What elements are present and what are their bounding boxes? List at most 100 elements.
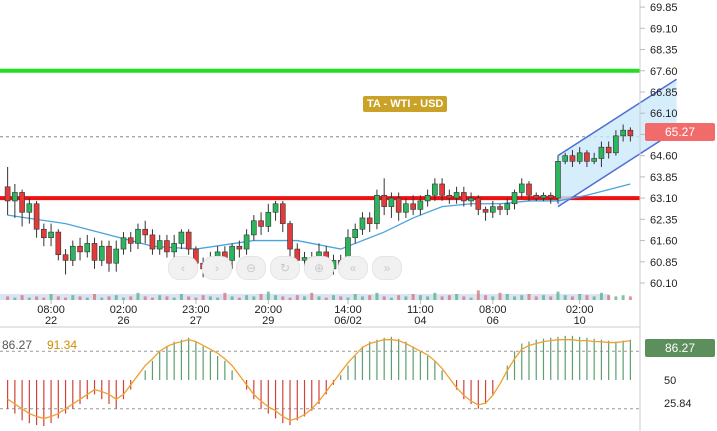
candle-body [453, 192, 460, 199]
volume-bar [375, 292, 379, 300]
volume-bar [563, 295, 567, 300]
volume-bar [418, 295, 422, 300]
candle-body [576, 152, 583, 162]
candle-body [41, 228, 47, 239]
volume-bar [64, 297, 68, 300]
candle-body [33, 203, 40, 230]
volume-bar [172, 297, 176, 300]
candle-body [547, 194, 554, 199]
y-tick-label: 66.85 [650, 87, 678, 99]
candle-body [620, 129, 626, 137]
candle-body [265, 211, 272, 227]
volume-bar [252, 296, 256, 300]
volume-bar [295, 295, 299, 300]
moving-average [7, 183, 631, 250]
candle-body [120, 237, 127, 250]
volume-bar [447, 295, 451, 300]
candle-body [135, 228, 141, 244]
candle-body [178, 231, 185, 244]
volume-bar [187, 296, 191, 300]
candle-body [613, 135, 619, 154]
volume-bar [27, 297, 31, 300]
y-tick-label: 64.60 [650, 151, 678, 163]
candle-body [127, 237, 134, 244]
volume-bar [621, 295, 625, 300]
volume-bar [520, 295, 524, 300]
y-tick-label: 61.60 [650, 236, 678, 248]
chevron-left-icon[interactable]: ‹ [168, 256, 198, 280]
candle-body [395, 197, 402, 213]
volume-bar [56, 296, 60, 300]
volume-bar [317, 296, 321, 300]
candle-body [526, 183, 532, 196]
volume-bar [288, 297, 292, 300]
candle-body [446, 194, 453, 199]
volume-bar [71, 295, 75, 300]
volume-bar [360, 296, 364, 300]
candle-body [84, 243, 91, 253]
volume-bar [411, 294, 415, 300]
candle-body [26, 203, 33, 213]
volume-bar [114, 295, 118, 300]
chart-navigation: ‹ › ⊖ ↻ ⊕ « » [168, 256, 402, 280]
volume-bar [491, 296, 495, 300]
candle-body [482, 209, 489, 213]
candle-body [236, 245, 243, 250]
scroll-forward-icon[interactable]: » [372, 256, 402, 280]
candle-body [62, 254, 69, 261]
candle-body [19, 192, 25, 213]
volume-bar [93, 294, 97, 300]
volume-bar [129, 296, 133, 300]
chart-canvas[interactable]: 69.8569.1068.3567.6066.8566.1065.3564.60… [0, 0, 717, 431]
candle-body [403, 203, 409, 213]
volume-bar [143, 296, 147, 300]
candle-body [164, 240, 170, 253]
candle-body [497, 206, 503, 210]
ma-line [7, 183, 631, 250]
candle-body [156, 240, 163, 250]
volume-bar [78, 296, 82, 300]
x-tick-date: 10 [574, 315, 586, 327]
candle-body [258, 220, 264, 227]
y-tick-label: 66.10 [650, 108, 678, 120]
volume-bar [339, 296, 343, 300]
chevron-right-icon[interactable]: › [202, 256, 232, 280]
volume-bar [607, 295, 611, 300]
candle-body [598, 146, 605, 159]
x-tick-date: 06 [487, 315, 499, 327]
volume-bar [455, 294, 459, 300]
zoom-in-icon[interactable]: ⊕ [304, 256, 334, 280]
candle-body [98, 245, 105, 261]
candle-body [461, 192, 467, 202]
candle-body [533, 194, 540, 199]
scroll-back-icon[interactable]: « [338, 256, 368, 280]
x-tick-date: 06/02 [334, 315, 362, 327]
candle-body [475, 197, 482, 210]
candle-body [4, 186, 11, 202]
volume-bar [281, 296, 285, 300]
volume-bar [216, 297, 220, 300]
volume-bar [628, 296, 632, 300]
candle-body [562, 155, 569, 162]
candle-body [279, 203, 286, 224]
x-tick-date: 27 [190, 315, 202, 327]
volume-bar [404, 296, 408, 300]
candle-body [243, 234, 250, 250]
volume-bar [259, 294, 263, 300]
volume-bar [426, 296, 430, 300]
zoom-reset-icon[interactable]: ↻ [270, 256, 300, 280]
y-tick-label: 69.10 [650, 23, 678, 35]
volume-bar [389, 297, 393, 300]
price-levels [0, 68, 640, 201]
volume-bar [592, 296, 596, 300]
volume-bar [158, 295, 162, 300]
oscillator-value-2: 91.34 [47, 338, 78, 352]
candle-body [55, 231, 62, 256]
candle-body [489, 206, 496, 213]
volume-bar [42, 297, 46, 300]
volume-bar [208, 296, 212, 300]
zoom-out-icon[interactable]: ⊖ [236, 256, 266, 280]
volume-bar [331, 295, 335, 300]
x-tick-date: 29 [262, 315, 274, 327]
volume-bar [136, 292, 140, 300]
